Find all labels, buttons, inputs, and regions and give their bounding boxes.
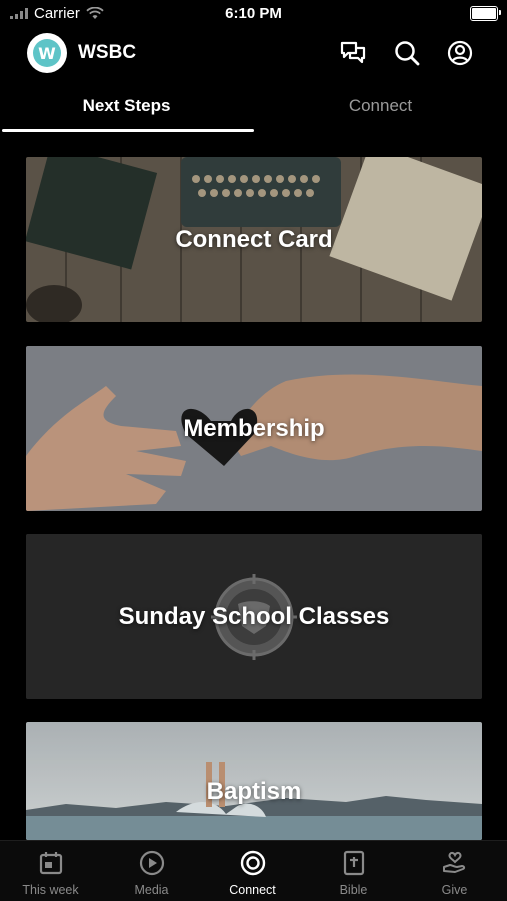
card-title: Membership [183, 414, 325, 442]
nav-give[interactable]: Give [404, 841, 505, 901]
app-logo[interactable]: W [27, 33, 67, 73]
nav-label: Media [134, 883, 169, 897]
chat-icon[interactable] [338, 38, 368, 68]
tab-bar: Next Steps Connect [0, 86, 507, 134]
status-time: 6:10 PM [225, 5, 282, 22]
card-connect-card[interactable]: Connect Card [26, 157, 482, 322]
give-heart-icon [443, 851, 466, 873]
card-membership[interactable]: Membership [26, 346, 482, 511]
account-icon[interactable] [445, 38, 475, 68]
nav-label: Give [441, 883, 468, 897]
battery-icon [470, 6, 501, 21]
card-sunday-school[interactable]: Sunday School Classes [26, 534, 482, 699]
card-baptism[interactable]: Baptism [26, 722, 482, 840]
bible-icon [343, 850, 365, 876]
nav-connect[interactable]: Connect [202, 841, 303, 901]
calendar-icon [39, 852, 63, 875]
nav-label: This week [22, 883, 79, 897]
status-bar: Carrier 6:10 PM [0, 0, 507, 28]
nav-media[interactable]: Media [101, 841, 202, 901]
card-title: Baptism [206, 778, 302, 805]
nav-label: Connect [229, 883, 276, 897]
active-tab-indicator [2, 129, 254, 132]
nav-bible[interactable]: Bible [303, 841, 404, 901]
app-header: W WSBC [0, 32, 507, 76]
logo-mark: W [33, 39, 61, 67]
nav-this-week[interactable]: This week [0, 841, 101, 901]
play-icon [139, 850, 165, 876]
app-title: WSBC [78, 42, 137, 63]
tab-connect[interactable]: Connect [254, 96, 507, 116]
card-title: Connect Card [175, 225, 333, 253]
tab-next-steps[interactable]: Next Steps [0, 96, 253, 116]
nav-label: Bible [339, 883, 368, 897]
bottom-navigation: This week Media Connect Bible Give [0, 840, 507, 901]
card-title: Sunday School Classes [118, 602, 390, 630]
target-icon [240, 850, 266, 876]
search-icon[interactable] [392, 38, 422, 68]
